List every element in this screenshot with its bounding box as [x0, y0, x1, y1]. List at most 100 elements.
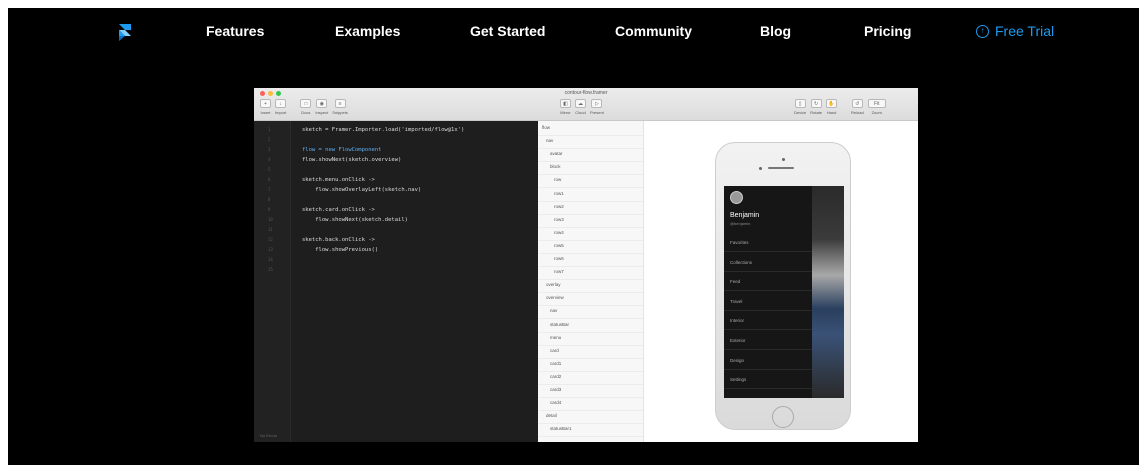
layer-item[interactable]: card2 — [550, 374, 561, 379]
layer-divider — [538, 148, 643, 150]
window-titlebar: contour-flow.framer + Insert ↓ Import □ Doc… — [254, 88, 918, 121]
free-trial-label: Free Trial — [995, 23, 1055, 39]
layer-item[interactable]: detail — [546, 413, 557, 418]
framer-logo[interactable] — [119, 24, 131, 41]
rotate-button[interactable]: ↻ Rotate — [810, 99, 822, 115]
layer-divider — [538, 135, 643, 136]
toolbar-left: + Insert ↓ Import □ Docs ◉ Inspect ≡ Snippets — [260, 99, 348, 115]
zoom-select[interactable]: Fit Zoom — [867, 99, 886, 115]
sensor-icon — [759, 167, 762, 170]
layer-divider — [538, 226, 643, 228]
insert-button[interactable]: + Insert — [260, 99, 271, 115]
menu-item[interactable]: Feed — [730, 279, 740, 284]
layer-item[interactable]: card4 — [550, 400, 561, 405]
home-button[interactable] — [772, 406, 794, 428]
layer-item[interactable]: statusBar — [550, 322, 569, 327]
layer-divider — [538, 252, 643, 254]
menu-divider — [724, 349, 812, 350]
menu-item[interactable]: Settings — [730, 377, 746, 382]
menu-divider — [724, 251, 812, 252]
layer-item[interactable]: row3 — [554, 217, 564, 222]
cloud-icon: ☁ — [575, 99, 586, 108]
layer-item[interactable]: row4 — [554, 230, 564, 235]
present-button[interactable]: ▷ Present — [590, 99, 604, 115]
profile-handle: @benjamin — [730, 221, 751, 226]
hand-button[interactable]: ✋ Hand — [826, 99, 838, 115]
layer-item[interactable]: nav — [550, 308, 557, 313]
docs-button[interactable]: □ Docs — [300, 99, 312, 115]
layer-item[interactable]: row1 — [554, 191, 564, 196]
layer-item[interactable]: row2 — [554, 204, 564, 209]
play-icon: ▷ — [591, 99, 603, 108]
device-button[interactable]: ▯ Device — [794, 99, 806, 115]
nav-features[interactable]: Features — [206, 23, 264, 39]
code-editor[interactable]: 1 2 3 4 5 6 7 8 9 10 11 12 13 14 15 sket… — [254, 121, 538, 442]
nav-blog[interactable]: Blog — [760, 23, 791, 39]
rotate-icon: ↻ — [810, 99, 822, 108]
layer-item[interactable]: overlay — [546, 282, 561, 287]
layer-item[interactable]: flow — [542, 125, 550, 130]
free-trial-link[interactable]: ↑ Free Trial — [976, 23, 1054, 39]
layer-divider — [538, 318, 643, 320]
layer-item[interactable]: menu — [550, 335, 561, 340]
nav-community[interactable]: Community — [615, 23, 692, 39]
nav-examples[interactable]: Examples — [335, 23, 400, 39]
layer-item[interactable]: avatar — [550, 151, 563, 156]
menu-divider — [724, 290, 812, 292]
code-line: sketch.card.onClick -> — [302, 207, 375, 213]
device-preview: Benjamin @benjamin Favorites Collections F… — [644, 121, 918, 442]
mirror-icon: ◧ — [560, 99, 571, 108]
menu-item[interactable]: Collections — [730, 260, 752, 265]
layer-divider — [538, 344, 643, 346]
camera-icon — [782, 158, 785, 161]
layer-divider — [538, 383, 643, 385]
inspect-button[interactable]: ◉ Inspect — [315, 99, 328, 115]
menu-divider — [724, 329, 812, 331]
layer-item[interactable]: row6 — [554, 256, 564, 261]
layer-item[interactable]: statusBar1 — [550, 426, 572, 431]
menu-item[interactable]: Design — [730, 358, 744, 363]
code-line: flow = new FlowComponent — [302, 147, 382, 153]
mirror-button[interactable]: ◧ Mirror — [560, 99, 571, 115]
menu-item[interactable]: Interior — [730, 318, 744, 323]
layer-divider — [538, 357, 643, 359]
menu-divider — [724, 388, 812, 390]
cloud-button[interactable]: ☁ Cloud — [575, 99, 586, 115]
code-line: flow.showNext(sketch.overview) — [302, 157, 402, 163]
iphone-mockup: Benjamin @benjamin Favorites Collections F… — [715, 142, 851, 430]
menu-divider — [724, 270, 812, 272]
layer-divider — [538, 239, 643, 241]
layer-item[interactable]: nav — [546, 138, 553, 143]
menu-item[interactable]: Favorites — [730, 240, 749, 245]
layer-divider — [538, 331, 643, 333]
code-line: sketch = Framer.Importer.load('imported/… — [302, 127, 465, 133]
download-icon: ↓ — [275, 99, 287, 108]
layer-item[interactable]: card — [550, 348, 559, 353]
layer-divider — [538, 279, 643, 281]
layer-item[interactable]: block — [550, 164, 561, 169]
layer-divider — [538, 213, 643, 215]
phone-screen[interactable]: Benjamin @benjamin Favorites Collections F… — [724, 186, 844, 398]
layer-item[interactable]: row — [554, 177, 561, 182]
hand-icon: ✋ — [826, 99, 838, 108]
nav-pricing[interactable]: Pricing — [864, 23, 911, 39]
menu-item[interactable]: Exterior — [730, 338, 746, 343]
avatar[interactable] — [730, 191, 743, 204]
import-button[interactable]: ↓ Import — [275, 99, 286, 115]
reload-button[interactable]: ↺ Reload — [851, 99, 864, 115]
layer-item[interactable]: row5 — [554, 243, 564, 248]
menu-item[interactable]: Travel — [730, 299, 742, 304]
layer-item[interactable]: card1 — [550, 361, 561, 366]
layer-divider — [538, 370, 643, 372]
layer-divider — [538, 305, 643, 307]
snippets-button[interactable]: ≡ Snippets — [332, 99, 348, 115]
nav-get-started[interactable]: Get Started — [470, 23, 545, 39]
toolbar-right: ▯ Device ↻ Rotate ✋ Hand ↺ Reload Fit Zoom — [794, 99, 886, 115]
reload-icon: ↺ — [851, 99, 863, 108]
layer-divider — [538, 187, 643, 189]
layer-item[interactable]: row7 — [554, 269, 564, 274]
docs-icon: □ — [300, 99, 312, 108]
layer-item[interactable]: card3 — [550, 387, 561, 392]
page-background: Features Examples Get Started Community … — [8, 8, 1139, 465]
layer-item[interactable]: overview — [546, 295, 564, 300]
